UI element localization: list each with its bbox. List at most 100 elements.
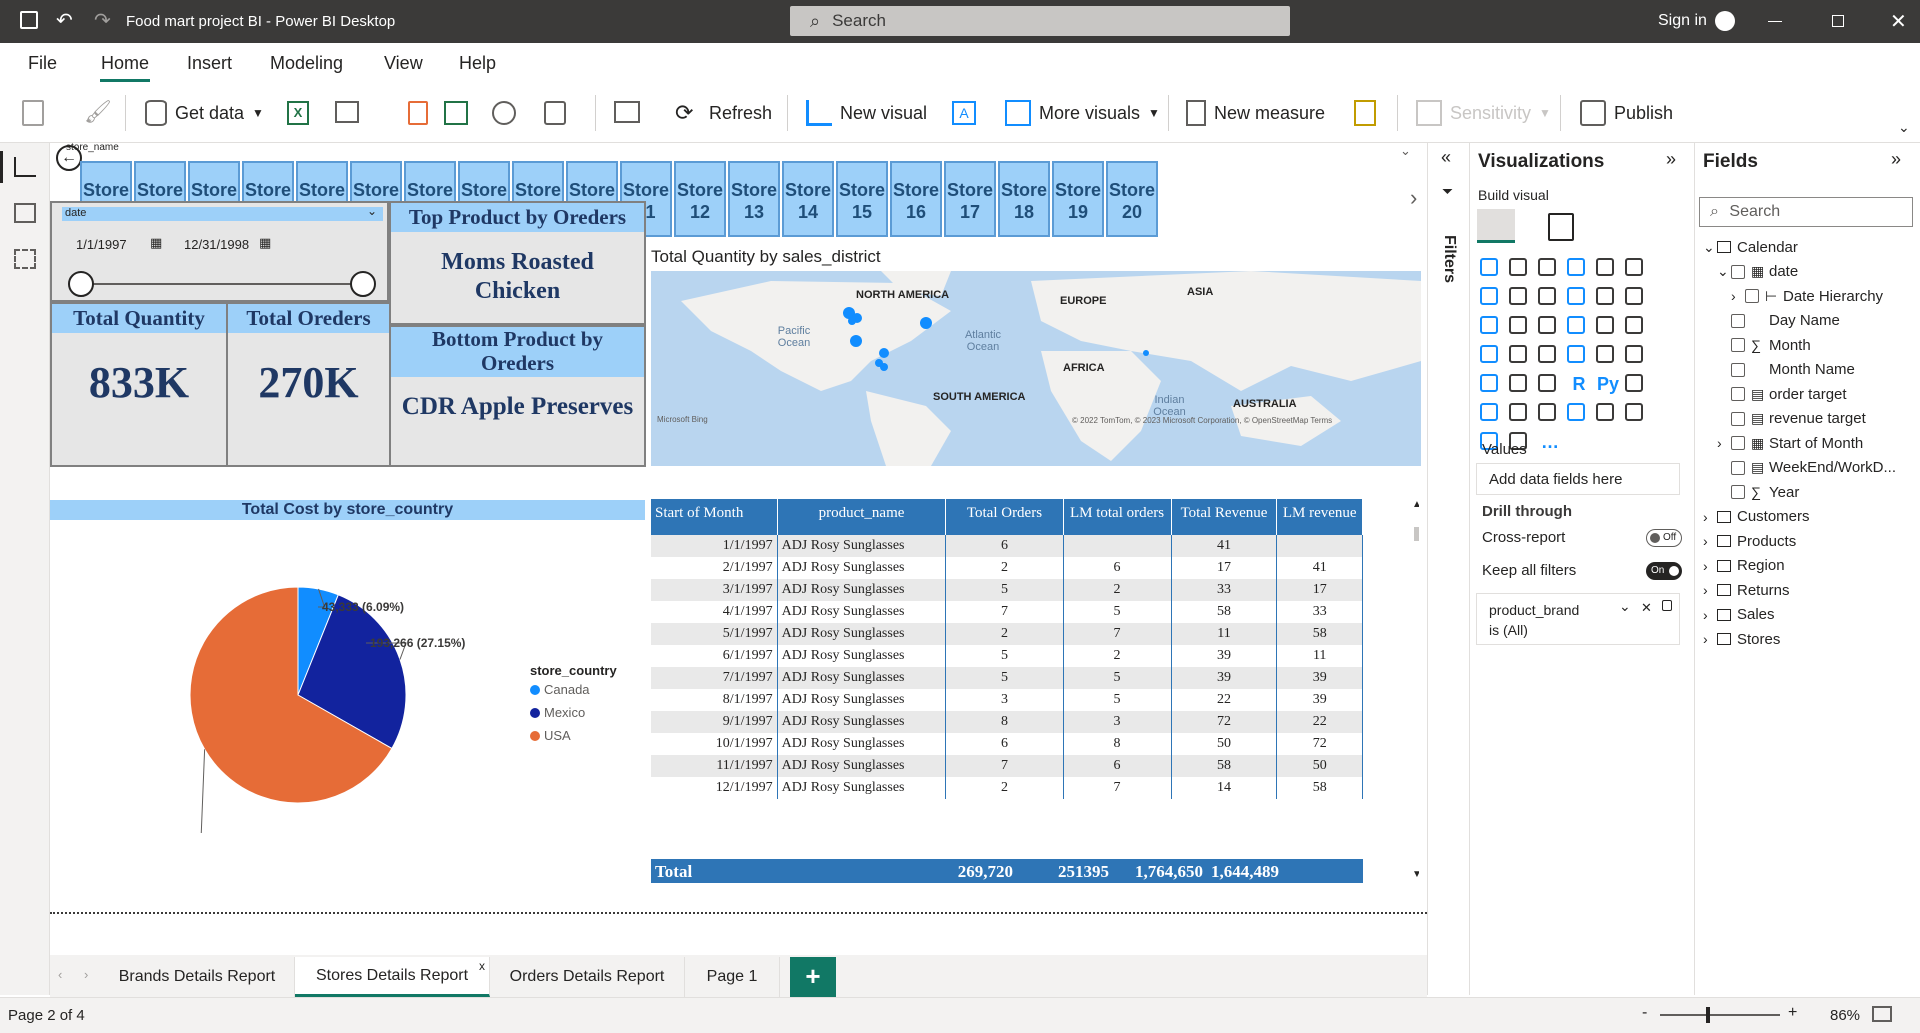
cross-report-toggle[interactable]: Off — [1646, 529, 1682, 547]
area-icon[interactable] — [1509, 287, 1527, 305]
column-header[interactable]: LM total orders — [1063, 499, 1172, 535]
field-checkbox[interactable] — [1731, 387, 1745, 401]
field-checkbox[interactable] — [1731, 313, 1745, 328]
field-item[interactable]: › ⊢ Date Hierarchy — [1695, 284, 1883, 308]
table-icon[interactable] — [1509, 374, 1527, 392]
zoom-thumb[interactable] — [1706, 1007, 1710, 1023]
menu-help[interactable]: Help — [459, 53, 496, 74]
publish-button[interactable]: Publish — [1580, 83, 1673, 143]
close-tab-icon[interactable]: x — [479, 959, 485, 973]
minimize-icon[interactable] — [1768, 21, 1782, 22]
filled-map-icon[interactable] — [1509, 345, 1527, 363]
store-button[interactable]: Store 15 — [836, 161, 888, 237]
store-button[interactable]: Store 16 — [890, 161, 942, 237]
chevron-right-icon[interactable]: › — [1703, 582, 1717, 598]
column-header[interactable]: Start of Month — [651, 499, 778, 535]
slicer-icon[interactable] — [1480, 374, 1498, 392]
field-item[interactable]: ⌄ ▦ date — [1695, 260, 1798, 284]
slider-handle-end[interactable] — [350, 271, 376, 297]
column-header[interactable]: Total Orders — [945, 499, 1064, 535]
funnel-icon[interactable] — [1509, 316, 1527, 334]
field-item[interactable]: Day Name — [1695, 309, 1840, 333]
field-table[interactable]: › Stores — [1695, 627, 1780, 651]
chevron-down-icon[interactable]: ⌄ — [1703, 239, 1717, 256]
table-row[interactable]: 12/1/1997 ADJ Rosy Sunglasses 2 7 14 58 — [651, 777, 1363, 799]
tab-prev-icon[interactable]: ‹ — [58, 967, 62, 982]
tab-page-1[interactable]: Page 1 — [685, 957, 780, 997]
transform-icon[interactable] — [544, 101, 566, 125]
calendar-icon[interactable]: ▦ — [259, 235, 271, 251]
menu-view[interactable]: View — [384, 53, 423, 74]
menu-home[interactable]: Home — [101, 53, 149, 74]
column-header[interactable]: LM revenue — [1276, 499, 1363, 535]
field-table[interactable]: › Sales — [1695, 603, 1775, 627]
clustered-bar-icon[interactable] — [1538, 258, 1556, 276]
fit-page-icon[interactable] — [1872, 1006, 1892, 1022]
redo-icon[interactable]: ↷ — [94, 8, 111, 33]
report-view-icon[interactable] — [14, 157, 36, 177]
field-item[interactable]: ▤ order target — [1695, 382, 1847, 406]
kpi-icon[interactable] — [1625, 345, 1643, 363]
pie-icon[interactable] — [1567, 316, 1585, 334]
slider-handle-start[interactable] — [68, 271, 94, 297]
qa-icon[interactable] — [1509, 403, 1527, 421]
field-checkbox[interactable] — [1745, 289, 1759, 303]
date-end[interactable]: 12/31/1998 — [184, 237, 249, 252]
table-row[interactable]: 6/1/1997 ADJ Rosy Sunglasses 5 2 39 11 — [651, 645, 1363, 667]
field-table[interactable]: › Customers — [1695, 505, 1810, 529]
100-column-icon[interactable] — [1625, 258, 1643, 276]
ribbon-icon[interactable] — [1625, 287, 1643, 305]
gauge-icon[interactable] — [1538, 345, 1556, 363]
tab-orders-details[interactable]: Orders Details Report — [490, 957, 685, 997]
build-visual-icon[interactable] — [1477, 209, 1515, 243]
metrics-icon[interactable] — [1567, 403, 1585, 421]
field-item[interactable]: Month Name — [1695, 358, 1855, 382]
stacked-column-icon[interactable] — [1509, 258, 1527, 276]
search-box[interactable]: ⌕ Search — [790, 6, 1290, 36]
expand-filters-icon[interactable]: « — [1441, 147, 1451, 168]
field-checkbox[interactable] — [1731, 264, 1745, 279]
line-clustered-icon[interactable] — [1596, 287, 1614, 305]
stacked-area-icon[interactable] — [1538, 287, 1556, 305]
table-row[interactable]: 1/1/1997 ADJ Rosy Sunglasses 6 41 — [651, 535, 1363, 557]
excel-icon[interactable]: X — [287, 101, 309, 125]
field-table[interactable]: › Region — [1695, 554, 1785, 578]
chevron-right-icon[interactable]: › — [1703, 533, 1717, 549]
field-item[interactable]: › ▦ Start of Month — [1695, 431, 1863, 455]
dataverse-icon[interactable] — [408, 101, 428, 125]
scatter-icon[interactable] — [1538, 316, 1556, 334]
paginated-icon[interactable] — [1596, 403, 1614, 421]
collapse-viz-icon[interactable]: » — [1666, 149, 1676, 170]
table-row[interactable]: 5/1/1997 ADJ Rosy Sunglasses 2 7 11 58 — [651, 623, 1363, 645]
table-row[interactable]: 2/1/1997 ADJ Rosy Sunglasses 2 6 17 41 — [651, 557, 1363, 579]
clustered-column-icon[interactable] — [1567, 258, 1585, 276]
treemap-icon[interactable] — [1625, 316, 1643, 334]
data-view-icon[interactable] — [14, 203, 36, 223]
table-row[interactable]: 8/1/1997 ADJ Rosy Sunglasses 3 5 22 39 — [651, 689, 1363, 711]
collapse-ribbon-icon[interactable]: ⌄ — [1898, 119, 1910, 136]
clear-filter-icon[interactable]: ✕ — [1641, 598, 1652, 618]
new-visual-button[interactable]: New visual — [806, 83, 927, 143]
field-table[interactable]: › Products — [1695, 529, 1796, 553]
values-well[interactable]: Add data fields here — [1476, 463, 1680, 495]
line-icon[interactable] — [1480, 287, 1498, 305]
avatar[interactable] — [1715, 11, 1735, 31]
collapse-fields-icon[interactable]: » — [1891, 149, 1901, 170]
chevron-down-icon[interactable]: ⌄ — [367, 204, 377, 218]
power-apps-icon[interactable] — [1625, 403, 1643, 421]
filters-pane[interactable]: « ⏷ Filters — [1427, 143, 1470, 995]
table-row[interactable]: 9/1/1997 ADJ Rosy Sunglasses 8 3 72 22 — [651, 711, 1363, 733]
zoom-slider[interactable] — [1660, 1014, 1780, 1016]
r-visual-icon[interactable]: R — [1567, 374, 1591, 398]
chevron-right-icon[interactable]: › — [1731, 288, 1745, 304]
scroll-thumb[interactable] — [1414, 527, 1419, 541]
chevron-down-icon[interactable]: ⌄ — [1717, 263, 1731, 280]
store-button[interactable]: Store 14 — [782, 161, 834, 237]
table-row[interactable]: 3/1/1997 ADJ Rosy Sunglasses 5 2 33 17 — [651, 579, 1363, 601]
new-measure-button[interactable]: New measure — [1186, 83, 1325, 143]
field-checkbox[interactable] — [1731, 362, 1745, 377]
chevron-right-icon[interactable]: › — [1717, 435, 1731, 451]
format-painter-icon[interactable]: 🖌 — [84, 99, 112, 125]
recent-sources-icon[interactable] — [492, 101, 516, 125]
menu-file[interactable]: File — [28, 53, 57, 74]
